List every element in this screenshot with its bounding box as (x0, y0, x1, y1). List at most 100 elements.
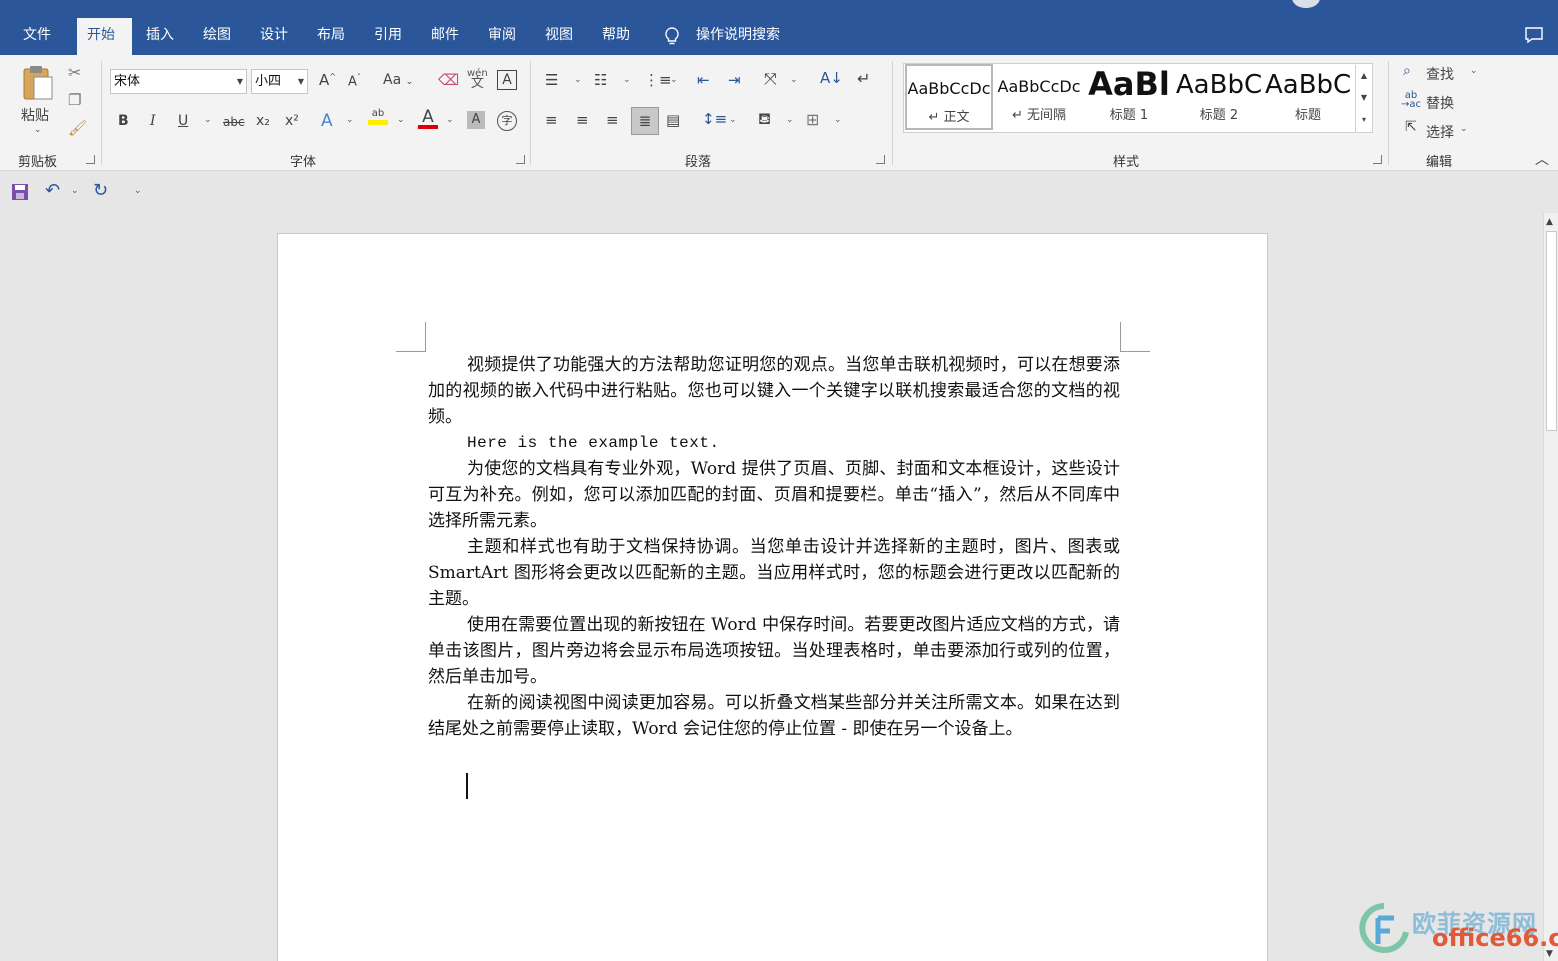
align-center-icon[interactable]: ≡ (576, 111, 589, 129)
font-color-dropdown[interactable]: ⌄ (446, 115, 454, 125)
find-icon[interactable]: ⌕ (1403, 63, 1411, 79)
clipboard-launcher[interactable] (86, 155, 95, 164)
char-shading-button[interactable]: A (467, 111, 485, 129)
tab-view[interactable]: 视图 (535, 18, 583, 55)
scroll-thumb[interactable] (1546, 231, 1557, 431)
line-spacing-icon[interactable]: ↕≡ (702, 110, 727, 128)
align-left-icon[interactable]: ≡ (545, 111, 558, 129)
copy-icon[interactable]: ❐ (68, 91, 81, 109)
paragraph[interactable]: 主题和样式也有助于文档保持协调。当您单击设计并选择新的主题时，图片、图表或 Sm… (428, 534, 1120, 612)
styles-scroll[interactable]: ▲ ▼ ▾ (1355, 65, 1372, 133)
select-button[interactable]: 选择 (1426, 122, 1454, 142)
bold-button[interactable]: B (118, 113, 129, 129)
paste-button[interactable]: 粘贴 (21, 105, 49, 125)
multilevel-dropdown[interactable]: ⌄ (670, 75, 678, 85)
underline-button[interactable]: U (178, 113, 188, 129)
tab-references[interactable]: 引用 (364, 18, 412, 55)
paragraph[interactable]: 为使您的文档具有专业外观，Word 提供了页眉、页脚、封面和文本框设计，这些设计… (428, 456, 1120, 534)
shrink-font-button[interactable]: Aˇ (348, 73, 361, 89)
tab-draw[interactable]: 绘图 (193, 18, 241, 55)
font-color-button[interactable]: A (418, 107, 438, 129)
tab-layout[interactable]: 布局 (307, 18, 355, 55)
italic-button[interactable]: I (150, 113, 156, 129)
style-heading-2[interactable]: AaBbC 标题 2 (1175, 64, 1263, 130)
sort-icon[interactable]: A↓ (820, 69, 843, 87)
paragraph[interactable]: 视频提供了功能强大的方法帮助您证明您的观点。当您单击联机视频时，可以在想要添加的… (428, 352, 1120, 430)
borders-dropdown[interactable]: ⌄ (834, 115, 842, 125)
underline-dropdown[interactable]: ⌄ (204, 115, 212, 125)
tab-design[interactable]: 设计 (250, 18, 298, 55)
comments-icon[interactable] (1524, 26, 1544, 44)
collapse-ribbon-icon[interactable]: ︿ (1535, 149, 1549, 169)
highlight-button[interactable]: ab (368, 108, 388, 125)
chinese-layout-dropdown[interactable]: ⌄ (790, 75, 798, 85)
justify-icon[interactable]: ≣ (631, 107, 659, 135)
format-painter-icon[interactable]: 🖌 (68, 119, 87, 137)
cut-icon[interactable]: ✂ (68, 63, 81, 82)
chinese-layout-icon[interactable]: ⤧ (764, 69, 777, 89)
find-dropdown[interactable]: ⌄ (1470, 66, 1478, 76)
font-launcher[interactable] (516, 155, 525, 164)
paragraph[interactable]: Here is the example text. (428, 430, 1120, 456)
paste-dropdown-arrow[interactable]: ⌄ (34, 125, 42, 135)
undo-icon[interactable]: ↶ (45, 180, 60, 201)
redo-icon[interactable]: ↻ (93, 180, 108, 201)
subscript-button[interactable]: x₂ (256, 113, 270, 129)
multilevel-list-icon[interactable]: ⋮≡ (644, 71, 672, 89)
change-case-button[interactable]: Aa ⌄ (383, 72, 413, 88)
clear-format-icon[interactable]: ⌫ (438, 71, 459, 89)
customize-qat-dropdown[interactable]: ⌄ (134, 186, 142, 196)
superscript-button[interactable]: x² (285, 113, 299, 129)
replace-icon[interactable]: ab →ac (1401, 91, 1421, 110)
styles-launcher[interactable] (1373, 155, 1382, 164)
paragraph[interactable]: 在新的阅读视图中阅读更加容易。可以折叠文档某些部分并关注所需文本。如果在达到结尾… (428, 690, 1120, 742)
vertical-scrollbar[interactable]: ▲ ▼ (1543, 213, 1558, 961)
tab-insert[interactable]: 插入 (136, 18, 184, 55)
tab-mailings[interactable]: 邮件 (421, 18, 469, 55)
tab-home[interactable]: 开始 (77, 18, 132, 55)
highlight-dropdown[interactable]: ⌄ (397, 115, 405, 125)
show-marks-icon[interactable]: ↵ (857, 69, 870, 88)
select-cursor-icon[interactable]: ⇱ (1405, 119, 1417, 135)
shading-dropdown[interactable]: ⌄ (786, 115, 794, 125)
style-normal[interactable]: AaBbCcDc ↵ 正文 (905, 64, 993, 130)
text-effects-dropdown[interactable]: ⌄ (346, 115, 354, 125)
numbering-dropdown[interactable]: ⌄ (623, 75, 631, 85)
line-spacing-dropdown[interactable]: ⌄ (729, 115, 737, 125)
numbering-icon[interactable]: ☷ (594, 71, 607, 89)
phonetic-guide-button[interactable]: wén 文 (467, 69, 488, 91)
tab-review[interactable]: 审阅 (478, 18, 526, 55)
distributed-icon[interactable]: ▤ (666, 111, 680, 129)
increase-indent-icon[interactable]: ⇥ (728, 71, 741, 89)
bullets-icon[interactable]: ☰ (545, 71, 558, 89)
document-body[interactable]: 视频提供了功能强大的方法帮助您证明您的观点。当您单击联机视频时，可以在想要添加的… (428, 352, 1120, 742)
scroll-up-arrow[interactable]: ▲ (1546, 217, 1553, 227)
style-no-spacing[interactable]: AaBbCcDc ↵ 无间隔 (995, 64, 1083, 130)
undo-dropdown[interactable]: ⌄ (71, 186, 79, 196)
replace-button[interactable]: 替换 (1426, 93, 1454, 113)
char-border-button[interactable]: A (497, 70, 517, 90)
tell-me-search[interactable]: 操作说明搜索 (662, 18, 780, 52)
document-page[interactable]: 视频提供了功能强大的方法帮助您证明您的观点。当您单击联机视频时，可以在想要添加的… (277, 233, 1268, 961)
paragraph-launcher[interactable] (876, 155, 885, 164)
select-dropdown[interactable]: ⌄ (1460, 124, 1468, 134)
decrease-indent-icon[interactable]: ⇤ (697, 71, 710, 89)
strikethrough-button[interactable]: abc (223, 115, 245, 129)
font-name-combo[interactable]: 宋体 ▼ (110, 69, 247, 94)
bullets-dropdown[interactable]: ⌄ (574, 75, 582, 85)
tab-file[interactable]: 文件 (13, 18, 61, 55)
grow-font-button[interactable]: A^ (319, 71, 336, 89)
shading-bucket-icon[interactable]: ⛾ (758, 109, 771, 130)
style-heading-1[interactable]: AaBl 标题 1 (1085, 64, 1173, 130)
tab-help[interactable]: 帮助 (592, 18, 640, 55)
find-button[interactable]: 查找 (1426, 64, 1454, 84)
borders-icon[interactable]: ⊞ (806, 110, 819, 129)
text-effects-icon[interactable]: A (321, 111, 333, 131)
paragraph[interactable]: 使用在需要位置出现的新按钮在 Word 中保存时间。若要更改图片适应文档的方式，… (428, 612, 1120, 690)
font-size-combo[interactable]: 小四 ▼ (251, 69, 308, 94)
save-icon[interactable] (11, 183, 29, 201)
style-title[interactable]: AaBbC 标题 (1265, 64, 1351, 130)
enclose-char-button[interactable]: 字 (497, 111, 517, 131)
account-avatar[interactable] (1292, 0, 1320, 8)
align-right-icon[interactable]: ≡ (606, 111, 619, 129)
